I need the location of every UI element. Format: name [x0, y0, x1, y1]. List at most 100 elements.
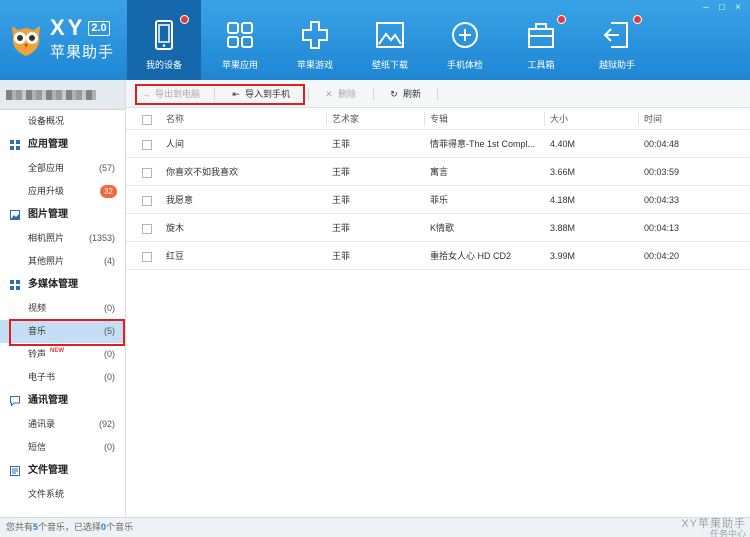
window-controls: – □ ×	[698, 2, 746, 13]
sidebar-item-all-apps[interactable]: 全部应用 (57)	[0, 157, 125, 180]
sidebar-group-files: 文件管理	[0, 459, 125, 483]
nav-apple-apps[interactable]: 苹果应用	[203, 0, 277, 80]
nav-label: 工具箱	[527, 60, 555, 70]
sidebar-item-label: 设备概况	[28, 116, 65, 126]
sidebar-item-label: 全部应用	[28, 163, 65, 173]
import-to-phone-button[interactable]: ⇤ 导入到手机	[230, 87, 290, 101]
nav-jailbreak[interactable]: 越狱助手	[580, 0, 654, 80]
song-name: 人间	[166, 139, 185, 149]
table-row[interactable]: 你喜欢不如我喜欢 王菲 寓言 3.66M 00:03:59	[126, 158, 750, 186]
column-divider	[326, 112, 327, 126]
sidebar-item-other-photos[interactable]: 其他照片 (4)	[0, 250, 125, 273]
checkbox-box[interactable]	[142, 167, 152, 178]
song-artist: 王菲	[332, 251, 351, 261]
song-artist: 王菲	[332, 223, 351, 233]
refresh-button[interactable]: ↻ 刷新	[388, 87, 421, 101]
button-label: 刷新	[403, 89, 422, 99]
column-header-album[interactable]: 专辑	[430, 108, 540, 130]
row-checkbox[interactable]	[142, 242, 152, 270]
nav-toolbox[interactable]: 工具箱	[504, 0, 578, 80]
minimize-button[interactable]: –	[698, 2, 714, 13]
song-artist: 王菲	[332, 195, 351, 205]
update-count-badge: 32	[100, 185, 117, 198]
sidebar-item-contacts[interactable]: 通讯录 (92)	[0, 413, 125, 436]
item-count: (0)	[104, 303, 115, 313]
nav-wallpaper[interactable]: 壁纸下载	[353, 0, 427, 80]
table-row[interactable]: 人间 王菲 情菲得意-The 1st Compl... 4.40M 00:04:…	[126, 130, 750, 158]
group-title: 多媒体管理	[28, 279, 78, 290]
sidebar-group-images: 图片管理	[0, 203, 125, 227]
sidebar-item-label: 相机照片	[28, 233, 65, 243]
apps-grid-icon	[227, 22, 253, 48]
group-title: 通讯管理	[28, 395, 68, 406]
column-header-name[interactable]: 名称	[166, 108, 184, 130]
nav-apple-games[interactable]: 苹果游戏	[278, 0, 352, 80]
top-navigation-bar: XY 2.0 苹果助手 我的设备 苹果应用 苹果游戏 壁纸下载 手机体检 工具箱 …	[0, 0, 750, 80]
device-name-header[interactable]	[0, 80, 125, 110]
checkbox-box[interactable]	[142, 114, 152, 125]
group-title: 应用管理	[28, 139, 68, 150]
sidebar-item-file-system[interactable]: 文件系统	[0, 483, 125, 506]
song-duration: 00:03:59	[644, 167, 680, 177]
song-duration: 00:04:20	[644, 251, 680, 261]
song-album: 情菲得意-The 1st Compl...	[430, 139, 536, 149]
song-name: 我愿意	[166, 195, 194, 205]
song-size: 3.99M	[550, 251, 576, 261]
restore-button[interactable]: □	[714, 2, 730, 13]
nav-my-device[interactable]: 我的设备	[127, 0, 201, 80]
row-checkbox[interactable]	[142, 130, 152, 158]
task-center-link[interactable]: 任务中心	[681, 529, 746, 537]
close-button[interactable]: ×	[730, 2, 746, 13]
column-header-artist[interactable]: 艺术家	[332, 108, 359, 130]
sidebar-item-label: 电子书	[28, 372, 56, 382]
notification-dot	[633, 15, 642, 24]
column-header-duration[interactable]: 时间	[644, 108, 662, 130]
table-row[interactable]: 我愿意 王菲 菲乐 4.18M 00:04:33	[126, 186, 750, 214]
sidebar-item-ebooks[interactable]: 电子书 (0)	[0, 366, 125, 389]
media-icon	[10, 280, 20, 290]
music-table: 名称 艺术家 专辑 大小 时间 人间 王菲 情菲得意-The 1st Compl…	[126, 108, 750, 270]
toolbar-divider	[214, 88, 215, 100]
sidebar-item-app-updates[interactable]: 应用升级 32	[0, 180, 125, 203]
sidebar-item-label: 铃声	[28, 349, 47, 359]
table-row[interactable]: 旋木 王菲 K情歌 3.88M 00:04:13	[126, 214, 750, 242]
status-bar: 您共有5个音乐，已选择0个音乐 XY苹果助手 任务中心	[0, 517, 750, 537]
status-text: 个音乐，已选择	[38, 522, 102, 532]
song-artist: 王菲	[332, 139, 351, 149]
select-all-checkbox[interactable]	[142, 108, 152, 130]
checkbox-box[interactable]	[142, 251, 152, 262]
row-checkbox[interactable]	[142, 158, 152, 186]
item-count: (4)	[104, 256, 115, 266]
delete-button[interactable]: ✕ 删除	[323, 87, 356, 101]
sidebar-item-camera-photos[interactable]: 相机照片 (1353)	[0, 227, 125, 250]
sidebar-item-video[interactable]: 视频 (0)	[0, 297, 125, 320]
nav-label: 苹果应用	[221, 60, 258, 70]
sidebar-item-device-overview[interactable]: 设备概况	[0, 110, 125, 133]
item-count: (92)	[98, 419, 115, 429]
column-divider	[638, 112, 639, 126]
song-duration: 00:04:13	[644, 223, 680, 233]
row-checkbox[interactable]	[142, 214, 152, 242]
column-header-size[interactable]: 大小	[550, 108, 568, 130]
group-title: 图片管理	[28, 209, 68, 220]
song-artist: 王菲	[332, 167, 351, 177]
button-label: 导出到电脑	[155, 89, 201, 99]
sidebar-item-label: 通讯录	[28, 419, 56, 429]
sidebar-group-communication: 通讯管理	[0, 389, 125, 413]
sidebar-item-sms[interactable]: 短信 (0)	[0, 436, 125, 459]
chat-icon	[10, 396, 20, 406]
nav-health-check[interactable]: 手机体检	[428, 0, 502, 80]
gamepad-icon	[302, 21, 328, 49]
table-row[interactable]: 红豆 王菲 重拾女人心 HD CD2 3.99M 00:04:20	[126, 242, 750, 270]
sidebar-item-label: 应用升级	[28, 186, 65, 196]
export-to-pc-button[interactable]: → 导出到电脑	[140, 87, 201, 101]
checkbox-box[interactable]	[142, 223, 152, 234]
checkbox-box[interactable]	[142, 195, 152, 206]
group-title: 文件管理	[28, 465, 68, 476]
checkbox-box[interactable]	[142, 139, 152, 150]
button-label: 删除	[338, 89, 357, 99]
item-count: (1353)	[88, 233, 115, 243]
health-check-icon	[452, 22, 478, 48]
row-checkbox[interactable]	[142, 186, 152, 214]
sidebar-item-ringtones[interactable]: 铃声 NEW (0)	[0, 343, 125, 366]
